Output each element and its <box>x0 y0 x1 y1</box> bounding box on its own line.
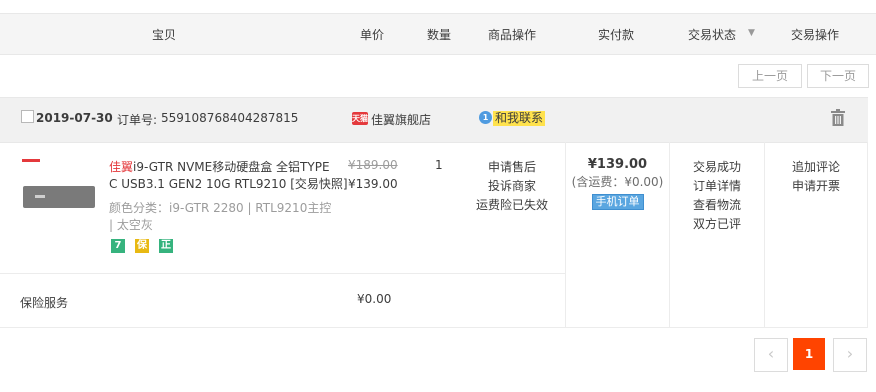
product-ops: 申请售后 投诉商家 运费险已失效 <box>472 158 552 215</box>
brand-name: 佳翼 <box>109 160 134 174</box>
complain-link[interactable]: 投诉商家 <box>472 177 552 196</box>
product-title-line1: i9-GTR NVME移动硬盘盒 全铝TYPE <box>133 160 330 174</box>
next-page-arrow[interactable]: › <box>833 338 867 372</box>
status-cell: 交易成功 订单详情 查看物流 双方已评 <box>670 158 764 234</box>
shop-name-link[interactable]: 佳翼旗舰店 <box>371 111 431 128</box>
order-details-link[interactable]: 订单详情 <box>670 177 764 196</box>
next-page-button[interactable]: 下一页 <box>807 64 869 88</box>
col-paid-label: 实付款 <box>598 28 635 42</box>
trash-icon[interactable] <box>830 109 846 127</box>
quantity: 1 <box>435 158 443 172</box>
trade-ops-cell: 追加评论 申请开票 <box>765 158 867 196</box>
tmall-icon: 天猫 <box>352 112 368 125</box>
contact-seller-button[interactable]: 1 和我联系 <box>479 110 546 126</box>
divider <box>867 142 868 327</box>
total-paid: ¥139.00 <box>587 157 648 172</box>
enclosure-image <box>23 186 95 208</box>
review-status: 双方已评 <box>692 217 741 231</box>
apply-aftersale-link[interactable]: 申请售后 <box>472 158 552 177</box>
col-trade-ops-label: 交易操作 <box>791 28 840 42</box>
view-logistics-link[interactable]: 查看物流 <box>670 196 764 215</box>
original-price: ¥189.00 <box>348 158 398 172</box>
current-page-button[interactable]: 1 <box>793 338 825 370</box>
payment-cell: ¥139.00 (含运费：¥0.00) 手机订单 <box>566 156 669 210</box>
contact-label: 和我联系 <box>493 111 546 126</box>
genuine-icon[interactable]: 正 <box>159 239 173 253</box>
trade-status: 交易成功 <box>692 160 741 174</box>
product-title-link[interactable]: 佳翼i9-GTR NVME移动硬盘盒 全铝TYPE C USB3.1 GEN2 … <box>109 159 348 193</box>
7-day-return-icon[interactable]: 7 <box>111 239 125 253</box>
prev-page-arrow[interactable]: ‹ <box>754 338 788 372</box>
request-invoice-link[interactable]: 申请开票 <box>765 177 867 196</box>
chevron-down-icon[interactable]: ▼ <box>748 28 755 38</box>
shipping-note: (含运费：¥0.00) <box>571 175 664 189</box>
sku-line1: 颜色分类：i9-GTR 2280 | RTL9210主控 <box>109 201 332 215</box>
order-select-checkbox[interactable] <box>21 110 34 123</box>
order-number: 559108768404287815 <box>161 111 299 125</box>
insurance-label: 保险服务 <box>20 296 69 310</box>
enclosure-logo <box>35 195 45 198</box>
shipping-insurance-status: 运费险已失效 <box>475 198 548 212</box>
mobile-order-badge: 手机订单 <box>591 194 644 210</box>
col-item-label: 宝贝 <box>152 28 177 42</box>
product-title-line2: C USB3.1 GEN2 10G RTL9210 [交易快照] <box>109 177 348 191</box>
guarantee-icon[interactable]: 保 <box>135 239 149 253</box>
col-status-filter[interactable]: 交易状态 <box>688 26 736 43</box>
col-price-label: 单价 <box>360 28 385 42</box>
order-date: 2019-07-30 <box>36 111 113 125</box>
prev-page-button[interactable]: 上一页 <box>738 64 802 88</box>
column-header: 宝贝 单价 数量 商品操作 实付款 交易状态 ▼ 交易操作 <box>0 13 876 55</box>
add-review-link[interactable]: 追加评论 <box>765 158 867 177</box>
order-header: 2019-07-30 订单号: 559108768404287815 天猫 佳翼… <box>0 97 868 143</box>
divider <box>0 327 868 328</box>
divider <box>0 273 565 274</box>
col-ops-label: 商品操作 <box>488 28 537 42</box>
order-no-label: 订单号: <box>117 113 158 127</box>
unit-price: ¥139.00 <box>348 177 398 191</box>
product-thumbnail[interactable] <box>18 155 98 225</box>
insurance-price: ¥0.00 <box>357 292 392 306</box>
sku-line2: | 太空灰 <box>109 218 153 232</box>
col-qty-label: 数量 <box>427 28 452 42</box>
brand-logo <box>22 159 40 162</box>
chat-bubble-icon: 1 <box>479 111 492 124</box>
sku-info: 颜色分类：i9-GTR 2280 | RTL9210主控 | 太空灰 <box>109 200 331 234</box>
